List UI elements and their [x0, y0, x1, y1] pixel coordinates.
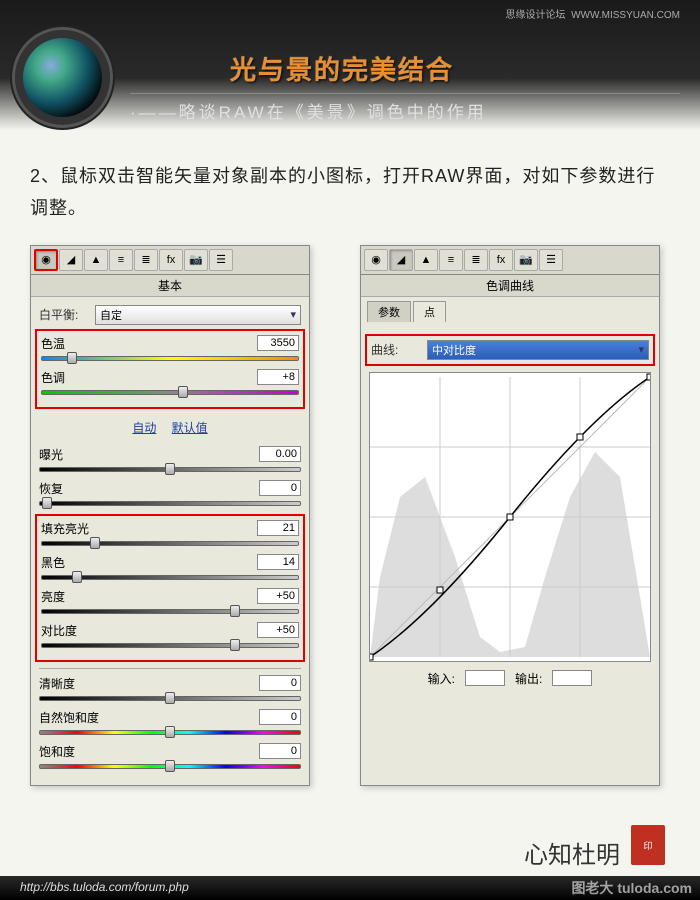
slider-track[interactable]	[39, 500, 301, 508]
hsl-tab-icon[interactable]: ≡	[109, 249, 133, 271]
slider-thumb[interactable]	[72, 571, 82, 583]
slider-track[interactable]	[41, 389, 299, 397]
slider-thumb[interactable]	[90, 537, 100, 549]
clarity-sat-group: 清晰度 0 自然饱和度 0 饱和度 0	[39, 675, 301, 771]
auto-link[interactable]: 自动	[132, 421, 156, 435]
slider-track[interactable]	[41, 540, 299, 548]
basic-tab-icon[interactable]: ◉	[34, 249, 58, 271]
slider-track[interactable]	[39, 695, 301, 703]
curve-output-value[interactable]	[552, 670, 592, 686]
slider-thumb[interactable]	[165, 463, 175, 475]
camera-tab-icon[interactable]: 📷	[514, 249, 538, 271]
wb-dropdown[interactable]: 自定	[95, 305, 301, 325]
presets-tab-icon[interactable]: ☰	[209, 249, 233, 271]
params-tab[interactable]: 参数	[367, 301, 411, 322]
slider-thumb[interactable]	[67, 352, 77, 364]
slider-track[interactable]	[41, 642, 299, 650]
temp-tint-group: 色温 3550 色调 +8	[35, 329, 305, 409]
slider-label: 恢复	[39, 480, 63, 497]
slider-thumb[interactable]	[230, 605, 240, 617]
article-title: 光与景的完美结合	[230, 50, 680, 87]
slider-thumb[interactable]	[178, 386, 188, 398]
red-seal-stamp: 印	[631, 825, 665, 865]
slider-thumb[interactable]	[165, 760, 175, 772]
panel-toolbar: ◉ ◢ ▲ ≡ ≣ fx 📷 ☰	[361, 246, 659, 275]
slider-track[interactable]	[39, 763, 301, 771]
slider-value[interactable]: 0	[259, 709, 301, 725]
detail-tab-icon[interactable]: ▲	[414, 249, 438, 271]
basic-tab-icon[interactable]: ◉	[364, 249, 388, 271]
fill-blacks-group: 填充亮光 21 黑色 14 亮度 +50 对比度 +50	[35, 514, 305, 662]
slider-track[interactable]	[39, 729, 301, 737]
curve-label: 曲线:	[371, 341, 421, 358]
panel-toolbar: ◉ ◢ ▲ ≡ ≣ fx 📷 ☰	[31, 246, 309, 275]
slider-label: 清晰度	[39, 675, 75, 692]
slider-label: 饱和度	[39, 743, 75, 760]
slider-value[interactable]: 0.00	[259, 446, 301, 462]
exposure-group: 曝光 0.00 恢复 0	[39, 446, 301, 508]
slider-value[interactable]: +50	[257, 622, 299, 638]
slider-value[interactable]: 0	[259, 675, 301, 691]
slider-value[interactable]: +8	[257, 369, 299, 385]
slider-label: 亮度	[41, 588, 65, 605]
split-tab-icon[interactable]: ≣	[134, 249, 158, 271]
slider-label: 曝光	[39, 446, 63, 463]
points-tab[interactable]: 点	[413, 301, 446, 322]
split-tab-icon[interactable]: ≣	[464, 249, 488, 271]
detail-tab-icon[interactable]: ▲	[84, 249, 108, 271]
curve-panel-title: 色调曲线	[361, 275, 659, 297]
curve-editor[interactable]	[369, 372, 651, 662]
slider-value[interactable]: 0	[259, 480, 301, 496]
step-instruction: 2、鼠标双击智能矢量对象副本的小图标，打开RAW界面，对如下参数进行调整。	[0, 130, 700, 245]
fx-tab-icon[interactable]: fx	[159, 249, 183, 271]
slider-label: 色温	[41, 335, 65, 352]
slider-label: 自然饱和度	[39, 709, 99, 726]
curve-preset-dropdown[interactable]: 中对比度	[427, 340, 649, 360]
page-header: 思缘设计论坛 WWW.MISSYUAN.COM 光与景的完美结合 ·——略谈RA…	[0, 0, 700, 130]
slider-track[interactable]	[41, 355, 299, 363]
slider-value[interactable]: 14	[257, 554, 299, 570]
artist-signature: 心知杜明	[524, 835, 620, 870]
slider-label: 黑色	[41, 554, 65, 571]
slider-thumb[interactable]	[165, 692, 175, 704]
slider-value[interactable]: 3550	[257, 335, 299, 351]
slider-track[interactable]	[41, 574, 299, 582]
hsl-tab-icon[interactable]: ≡	[439, 249, 463, 271]
slider-track[interactable]	[41, 608, 299, 616]
article-subtitle: ·——略谈RAW在《美景》调色中的作用	[130, 93, 680, 123]
slider-label: 填充亮光	[41, 520, 89, 537]
camera-tab-icon[interactable]: 📷	[184, 249, 208, 271]
curves-tab-icon[interactable]: ◢	[59, 249, 83, 271]
slider-label: 对比度	[41, 622, 77, 639]
slider-thumb[interactable]	[42, 497, 52, 509]
slider-track[interactable]	[39, 466, 301, 474]
camera-lens-graphic	[15, 30, 110, 125]
site-info: 思缘设计论坛 WWW.MISSYUAN.COM	[506, 6, 680, 21]
wb-label: 白平衡:	[39, 306, 89, 323]
basic-adjustments-panel: ◉ ◢ ▲ ≡ ≣ fx 📷 ☰ 基本 白平衡: 自定 色温 3550 色调 +…	[30, 245, 310, 786]
presets-tab-icon[interactable]: ☰	[539, 249, 563, 271]
output-label: 输出:	[515, 670, 542, 687]
default-link[interactable]: 默认值	[172, 421, 208, 435]
slider-thumb[interactable]	[165, 726, 175, 738]
watermark: 图老大 tuloda.com	[571, 878, 692, 898]
slider-value[interactable]: 0	[259, 743, 301, 759]
curves-tab-icon[interactable]: ◢	[389, 249, 413, 271]
slider-value[interactable]: +50	[257, 588, 299, 604]
slider-value[interactable]: 21	[257, 520, 299, 536]
slider-thumb[interactable]	[230, 639, 240, 651]
fx-tab-icon[interactable]: fx	[489, 249, 513, 271]
panel-title: 基本	[31, 275, 309, 297]
slider-label: 色调	[41, 369, 65, 386]
tone-curve-panel: ◉ ◢ ▲ ≡ ≣ fx 📷 ☰ 色调曲线 参数 点 曲线: 中对比度	[360, 245, 660, 786]
input-label: 输入:	[428, 670, 455, 687]
curve-input-value[interactable]	[465, 670, 505, 686]
